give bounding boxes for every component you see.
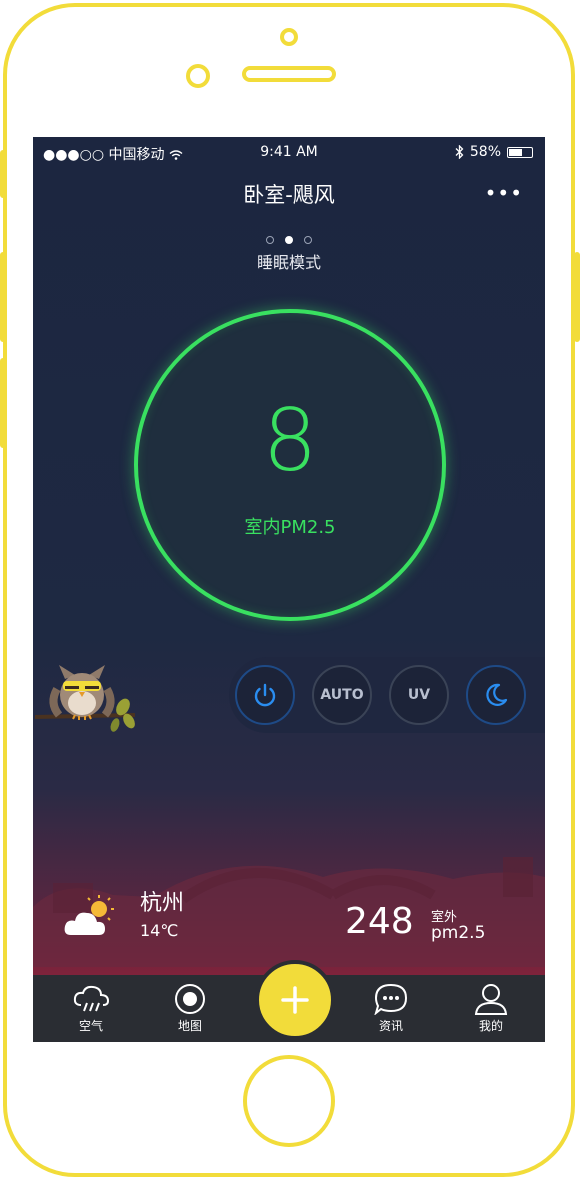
proximity-sensor [186,64,210,88]
front-camera [280,28,298,46]
tab-profile[interactable]: 我的 [461,979,521,1039]
tab-news[interactable]: 资讯 [361,979,421,1039]
status-right: 58% [455,144,533,160]
status-bar: ●●●○○ 中国移动 9:41 AM 58% [33,137,545,167]
sleep-mode-button[interactable] [466,665,526,725]
page-dot[interactable] [265,236,274,244]
owl-mascot-icon [35,665,136,732]
volume-up-button [0,252,6,342]
weather-city: 杭州 [140,891,185,916]
indoor-pm-label: 室内PM2.5 [244,517,336,538]
page-dot-active[interactable] [285,236,293,244]
earpiece-speaker [242,66,336,82]
outdoor-pm-unit: pm2.5 [431,923,486,943]
uv-button[interactable]: UV [389,665,449,725]
partly-cloudy-icon [64,895,114,935]
indoor-pm-gauge: 8 室内PM2.5 [134,309,446,621]
mode-label: 睡眠模式 [256,253,321,272]
moon-icon [486,683,508,706]
add-device-button[interactable] [255,960,335,1040]
mute-switch [0,150,6,198]
power-side-button [574,252,580,342]
weather-temperature: 14℃ [140,921,179,940]
home-button[interactable] [243,1055,335,1147]
control-panel: AUTO UV [229,657,545,733]
indoor-pm-value: 8 [262,391,318,491]
page-title: 卧室-飓风 [243,183,335,207]
outdoor-pm-value: 248 [345,901,414,942]
tab-map[interactable]: 地图 [160,979,220,1039]
user-icon [474,984,508,1015]
power-icon [254,683,276,707]
page-dot[interactable] [304,236,313,244]
bluetooth-icon [455,145,464,159]
more-options-icon[interactable]: ••• [485,181,523,205]
rain-cloud-icon [73,985,110,1012]
chat-bubble-icon [374,983,408,1015]
auto-mode-button[interactable]: AUTO [312,665,372,725]
volume-down-button [0,358,6,448]
power-button[interactable] [235,665,295,725]
battery-icon [507,146,533,158]
app-screen: ●●●○○ 中国移动 9:41 AM 58% 卧室-飓风 ••• 睡眠模式 8 … [33,137,545,1042]
page-indicator [33,229,545,248]
battery-percent: 58% [469,144,501,160]
location-icon [175,984,205,1014]
plus-icon [281,986,309,1014]
tab-air[interactable]: 空气 [61,979,121,1039]
